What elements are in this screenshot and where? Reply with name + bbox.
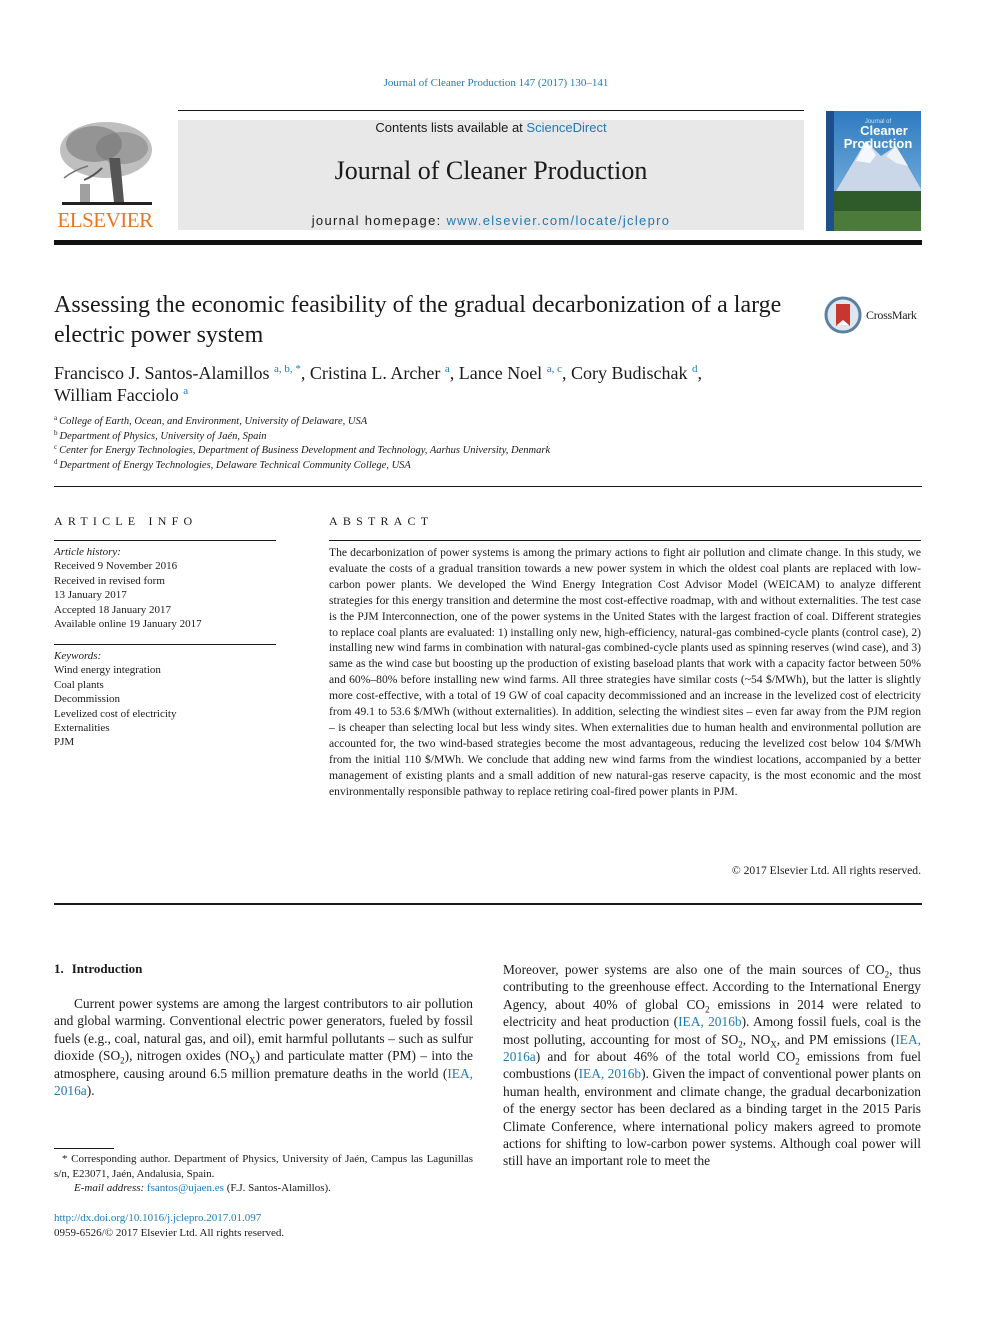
author-affiliation-marks[interactable]: a, c xyxy=(547,363,562,375)
article-info-rule xyxy=(54,540,276,541)
keyword-item: Levelized cost of electricity xyxy=(54,707,177,720)
keyword-item: Coal plants xyxy=(54,678,104,691)
author-name[interactable]: Francisco J. Santos-Alamillos xyxy=(54,363,269,383)
keyword-item: Externalities xyxy=(54,722,110,735)
affiliation-mark: c xyxy=(54,443,58,451)
keyword-item: Decommission xyxy=(54,693,120,706)
section-title: Introduction xyxy=(71,961,143,976)
footnotes: * Corresponding author. Department of Ph… xyxy=(54,1152,473,1196)
issn-line: 0959-6526/© 2017 Elsevier Ltd. All right… xyxy=(54,1227,285,1239)
author-affiliation-marks[interactable]: a xyxy=(445,363,450,375)
history-item: 13 January 2017 xyxy=(54,589,127,602)
keyword-item: Wind energy integration xyxy=(54,664,161,677)
affiliation-item: c Center for Energy Technologies, Departm… xyxy=(54,444,854,459)
homepage-line: journal homepage: www.elsevier.com/locat… xyxy=(178,213,804,228)
journal-cover-icon: Journal of Cleaner Production xyxy=(826,111,921,231)
body-column-left: Current power systems are among the larg… xyxy=(54,995,473,1099)
citation-link[interactable]: IEA, 2016b xyxy=(579,1066,642,1081)
keywords-rule xyxy=(54,644,276,645)
affiliation-mark: d xyxy=(54,457,58,466)
body-text: , NO xyxy=(742,1031,771,1047)
masthead-banner: Contents lists available at ScienceDirec… xyxy=(178,120,804,230)
email-label: E-mail address: xyxy=(74,1182,145,1194)
author-affiliation-marks[interactable]: d xyxy=(692,363,698,375)
author-name[interactable]: Cristina L. Archer xyxy=(310,363,440,383)
corresponding-author-note: * Corresponding author. Department of Ph… xyxy=(54,1153,473,1180)
abstract-text: The decarbonization of power systems is … xyxy=(329,546,921,798)
affiliation-text: Center for Energy Technologies, Departme… xyxy=(59,445,551,456)
article-history-label: Article history: xyxy=(54,546,121,558)
elsevier-tree-icon xyxy=(54,118,156,208)
history-item: Available online 19 January 2017 xyxy=(54,618,202,631)
abstract-copyright: © 2017 Elsevier Ltd. All rights reserved… xyxy=(731,864,921,877)
affiliation-text: Department of Physics, University of Jaé… xyxy=(59,430,267,442)
contents-line: Contents lists available at ScienceDirec… xyxy=(178,120,804,135)
history-item: Received in revised form xyxy=(54,574,165,587)
author-name[interactable]: Cory Budischak xyxy=(571,363,688,383)
keywords-label: Keywords: xyxy=(54,650,102,662)
journal-cover-image[interactable]: Journal of Cleaner Production xyxy=(826,111,921,231)
doi-link[interactable]: http://dx.doi.org/10.1016/j.jclepro.2017… xyxy=(54,1211,473,1226)
section-number: 1. xyxy=(54,961,64,976)
author-list: Francisco J. Santos-Alamillos a, b, *, C… xyxy=(54,363,702,405)
cover-title-line3: Production xyxy=(844,136,913,151)
journal-citation-link[interactable]: Journal of Cleaner Production 147 (2017)… xyxy=(384,77,609,89)
crossmark-icon xyxy=(824,296,862,334)
author-affiliation-marks[interactable]: a, b, * xyxy=(274,363,301,375)
doi-block: http://dx.doi.org/10.1016/j.jclepro.2017… xyxy=(54,1211,473,1241)
citation-link[interactable]: IEA, 2016b xyxy=(678,1014,742,1029)
crossmark-label: CrossMark xyxy=(866,307,917,322)
contents-prefix: Contents lists available at xyxy=(375,120,527,135)
journal-homepage-link[interactable]: www.elsevier.com/locate/jclepro xyxy=(446,213,670,228)
affiliation-item: b Department of Physics, University of Ja… xyxy=(54,428,854,445)
section-heading-introduction: 1. Introduction xyxy=(54,961,142,977)
elsevier-logo[interactable]: ELSEVIER xyxy=(54,118,156,234)
body-text: ), nitrogen oxides (NO xyxy=(124,1048,250,1064)
article-history: Article history: Received 9 November 201… xyxy=(54,545,276,631)
abstract-rule xyxy=(329,540,921,541)
email-suffix: (F.J. Santos-Alamillos). xyxy=(223,1182,331,1194)
body-text: , and PM emissions ( xyxy=(776,1031,896,1047)
affiliation-list: a College of Earth, Ocean, and Environmen… xyxy=(54,415,854,473)
body-column-right: Moreover, power systems are also one of … xyxy=(503,961,921,1170)
body-text: Moreover, power systems are also one of … xyxy=(503,962,885,977)
keyword-item: PJM xyxy=(54,736,75,749)
homepage-prefix: journal homepage: xyxy=(311,213,447,228)
history-item: Accepted 18 January 2017 xyxy=(54,603,171,616)
history-item: Received 9 November 2016 xyxy=(54,560,178,573)
sciencedirect-link[interactable]: ScienceDirect xyxy=(526,120,606,135)
abstract-heading: ABSTRACT xyxy=(329,514,434,528)
email-note: E-mail address: fsantos@ujaen.es (F.J. S… xyxy=(54,1181,473,1196)
email-link[interactable]: fsantos@ujaen.es xyxy=(147,1182,224,1194)
elsevier-wordmark: ELSEVIER xyxy=(57,208,153,232)
affiliation-text: Department of Energy Technologies, Delaw… xyxy=(59,459,411,471)
author-affiliation-marks[interactable]: a xyxy=(183,385,188,397)
title-block-rule xyxy=(54,486,922,487)
affiliation-mark: a xyxy=(54,414,58,422)
affiliation-mark: b xyxy=(54,428,58,437)
body-text: ). Given the impact of conventional powe… xyxy=(503,1066,921,1169)
article-title: Assessing the economic feasibility of th… xyxy=(54,292,782,348)
running-head-citation[interactable]: Journal of Cleaner Production 147 (2017)… xyxy=(0,77,992,89)
journal-name: Journal of Cleaner Production xyxy=(334,156,648,185)
body-text: ). xyxy=(86,1083,95,1099)
crossmark-badge[interactable]: CrossMark xyxy=(824,296,924,334)
author-name[interactable]: William Facciolo xyxy=(54,385,179,405)
affiliation-text: College of Earth, Ocean, and Environment… xyxy=(59,416,368,427)
keywords: Keywords: Wind energy integration Coal p… xyxy=(54,649,276,750)
affiliation-item: a College of Earth, Ocean, and Environmen… xyxy=(54,415,854,430)
masthead-bottom-rule xyxy=(54,240,922,245)
footnote-rule xyxy=(54,1148,114,1149)
author-name[interactable]: Lance Noel xyxy=(459,363,542,383)
body-text: ) and for about 46% of the total world C… xyxy=(535,1049,796,1065)
affiliation-item: d Department of Energy Technologies, Dela… xyxy=(54,457,854,474)
masthead-top-rule xyxy=(178,110,804,111)
front-matter-rule xyxy=(54,903,922,905)
article-info-heading: ARTICLE INFO xyxy=(54,514,198,528)
